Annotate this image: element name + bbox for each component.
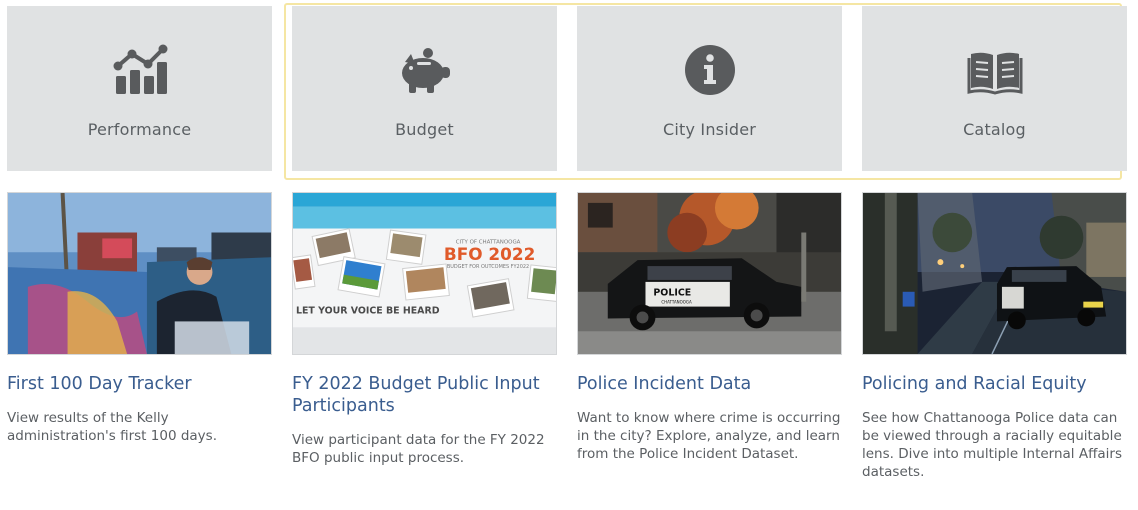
tile-label: Catalog — [963, 120, 1026, 139]
quick-links: Performance Budget City Insider Catalog — [7, 6, 1131, 171]
card-first-100-day-tracker[interactable]: First 100 Day Tracker View results of th… — [7, 192, 272, 445]
card-description: View results of the Kelly administration… — [7, 410, 217, 444]
tile-label: City Insider — [662, 120, 757, 139]
card-description: View participant data for the FY 2022 BF… — [292, 432, 545, 466]
card-image-police-car[interactable]: POLICE CHATTANOOGA — [577, 192, 842, 355]
piggy-bank-icon — [397, 42, 453, 98]
tile-performance[interactable]: Performance — [7, 6, 272, 171]
card-image-press-conference[interactable] — [7, 192, 272, 355]
info-circle-icon — [682, 42, 738, 98]
tile-label: Budget — [395, 120, 454, 139]
card-police-incident-data[interactable]: POLICE CHATTANOOGA Police Incident Data … — [577, 192, 842, 463]
tile-city-insider[interactable]: City Insider — [577, 6, 842, 171]
image-text-heading: BFO 2022 — [444, 244, 536, 264]
card-title[interactable]: First 100 Day Tracker — [7, 373, 272, 395]
card-title[interactable]: FY 2022 Budget Public Input Participants — [292, 373, 557, 417]
image-text-sub: CHATTANOOGA — [661, 300, 692, 305]
card-title[interactable]: Policing and Racial Equity — [862, 373, 1127, 395]
tile-budget[interactable]: Budget — [292, 6, 557, 171]
card-description: Want to know where crime is occurring in… — [577, 410, 841, 462]
card-image-bfo-2022[interactable]: CITY OF CHATTANOOGA BFO 2022 BUDGET FOR … — [292, 192, 557, 355]
tile-catalog[interactable]: Catalog — [862, 6, 1127, 171]
image-text-tagline: BUDGET FOR OUTCOMES FY2022 — [447, 264, 529, 270]
card-policing-racial-equity[interactable]: Policing and Racial Equity See how Chatt… — [862, 192, 1127, 481]
image-text-banner: LET YOUR VOICE BE HEARD — [296, 306, 440, 317]
tile-label: Performance — [87, 120, 192, 139]
featured-stories: First 100 Day Tracker View results of th… — [7, 192, 1131, 502]
image-text-door: POLICE — [653, 288, 691, 299]
card-title[interactable]: Police Incident Data — [577, 373, 842, 395]
card-fy2022-budget-input[interactable]: CITY OF CHATTANOOGA BFO 2022 BUDGET FOR … — [292, 192, 557, 467]
card-description: See how Chattanooga Police data can be v… — [862, 410, 1122, 480]
open-book-icon — [967, 42, 1023, 98]
card-image-night-street[interactable] — [862, 192, 1127, 355]
chart-line-up-icon — [112, 42, 168, 98]
